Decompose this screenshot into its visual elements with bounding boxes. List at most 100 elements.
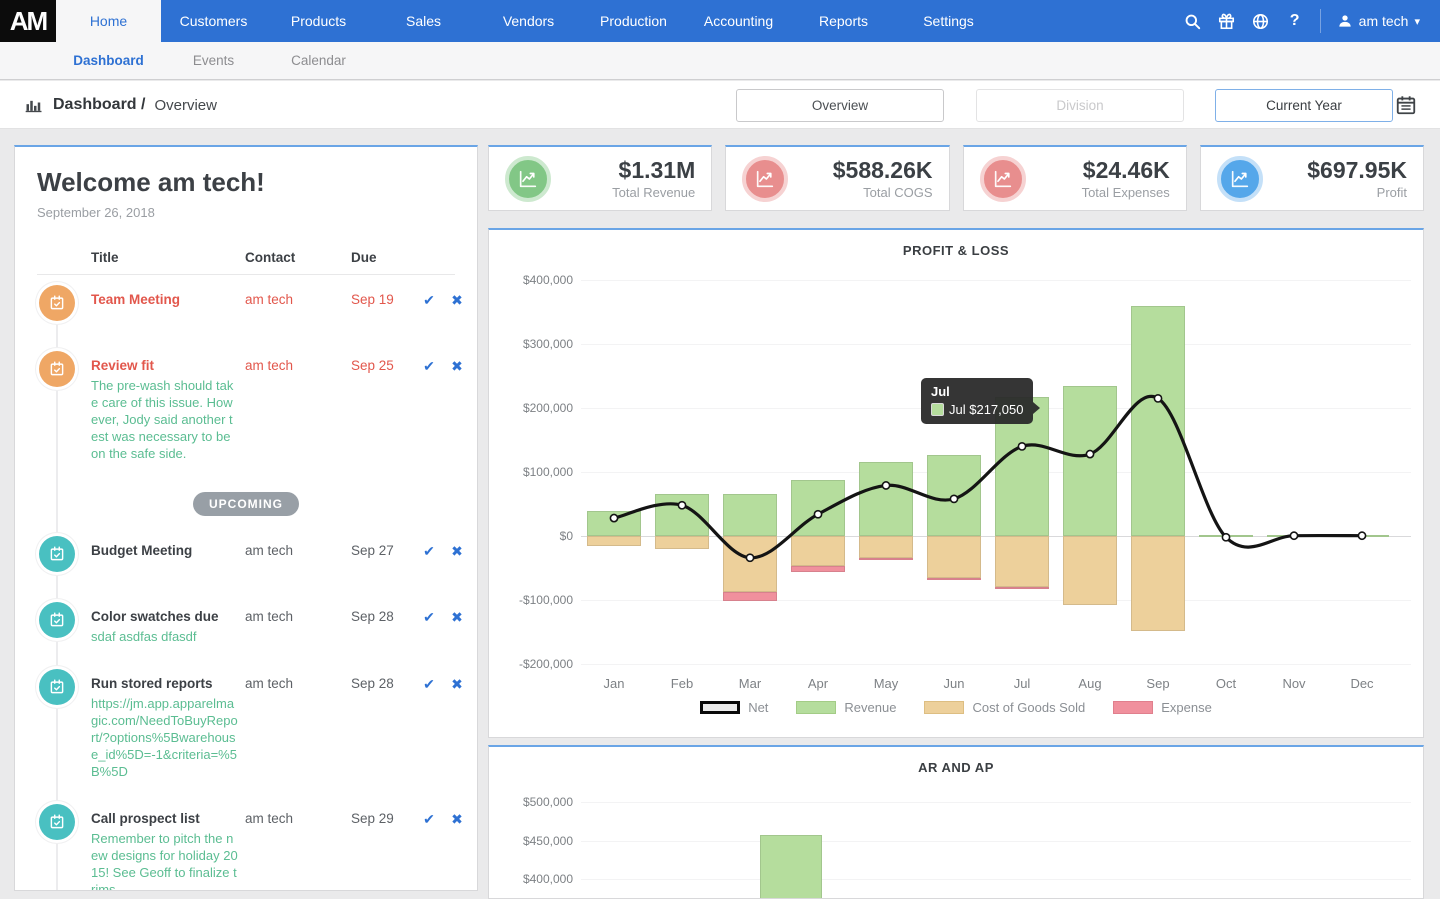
nav-item-production[interactable]: Production [581,0,686,42]
cogs-bar[interactable] [1063,536,1117,606]
revenue-bar[interactable] [1131,305,1185,536]
trend-chart-icon [1216,155,1263,202]
cogs-bar[interactable] [791,536,845,567]
legend-item-revenue[interactable]: Revenue [796,700,896,715]
task-title[interactable]: Color swatches due [91,608,239,626]
task-complete-button[interactable]: ✔ [417,291,441,327]
kpi-card-total-cogs[interactable]: $588.26K Total COGS [725,145,950,211]
task-dismiss-button[interactable]: ✖ [447,810,467,890]
nav-item-reports[interactable]: Reports [791,0,896,42]
overview-dropdown[interactable]: Overview [736,89,944,122]
y-axis-tick: $400,000 [522,273,573,287]
ar-bar[interactable] [760,835,822,898]
legend-item-cost-of-goods-sold[interactable]: Cost of Goods Sold [924,700,1085,715]
nav-item-home[interactable]: Home [56,0,161,42]
task-title[interactable]: Review fit [91,357,239,375]
app-logo[interactable]: AM [0,0,56,42]
expense-bar[interactable] [927,578,981,581]
task-title[interactable]: Run stored reports [91,675,239,693]
task-dismiss-button[interactable]: ✖ [447,291,467,327]
gridline [581,344,1411,345]
gridline [581,600,1411,601]
y-axis-tick: $500,000 [522,795,573,809]
kpi-card-total-expenses[interactable]: $24.46K Total Expenses [962,145,1187,211]
task-list: Team Meeting am tech Sep 19 ✔ ✖ Review fit The… [37,275,463,890]
task-dismiss-button[interactable]: ✖ [447,357,467,462]
expense-bar[interactable] [791,566,845,572]
expense-bar[interactable] [859,558,913,561]
help-icon[interactable]: ? [1278,0,1312,42]
task-title[interactable]: Team Meeting [91,291,239,309]
y-axis-tick: $0 [559,529,573,543]
revenue-bar[interactable] [587,511,641,536]
task-note: The pre-wash should take care of this is… [91,378,234,461]
revenue-bar[interactable] [1335,534,1389,537]
kpi-card-total-revenue[interactable]: $1.31M Total Revenue [488,145,713,211]
subnav-item-events[interactable]: Events [161,42,266,79]
expense-bar[interactable] [995,586,1049,589]
calendar-icon[interactable] [1395,94,1417,116]
legend-label: Cost of Goods Sold [972,700,1086,715]
cogs-bar[interactable] [1131,536,1185,631]
trend-chart-icon [742,155,789,202]
task-complete-button[interactable]: ✔ [417,608,441,645]
cogs-bar[interactable] [723,536,777,593]
legend-item-expense[interactable]: Expense [1113,700,1212,715]
chart-legend: Net Revenue Cost of Goods Sold Expense [489,700,1423,715]
task-dismiss-button[interactable]: ✖ [447,542,467,578]
y-axis-tick: $100,000 [522,465,573,479]
task-complete-button[interactable]: ✔ [417,675,441,780]
task-complete-button[interactable]: ✔ [417,542,441,578]
revenue-bar[interactable] [1063,385,1117,536]
cogs-bar[interactable] [927,536,981,579]
kpi-label: Total Revenue [612,184,696,200]
kpi-label: Total Expenses [1081,184,1170,200]
expense-bar[interactable] [723,592,777,602]
task-title[interactable]: Budget Meeting [91,542,239,560]
nav-item-products[interactable]: Products [266,0,371,42]
task-complete-button[interactable]: ✔ [417,810,441,890]
revenue-bar[interactable] [723,494,777,536]
ar-ap-title: AR AND AP [918,760,994,775]
gridline [581,280,1411,281]
task-title[interactable]: Call prospect list [91,810,239,828]
x-axis-tick: Mar [738,676,762,691]
nav-item-sales[interactable]: Sales [371,0,476,42]
kpi-card-profit[interactable]: $697.95K Profit [1199,145,1424,211]
subnav-item-dashboard[interactable]: Dashboard [56,42,161,79]
tooltip-value: Jul $217,050 [949,402,1024,417]
revenue-bar[interactable] [927,455,981,536]
revenue-bar[interactable] [1267,535,1321,538]
task-due: Sep 28 [351,609,394,624]
welcome-title: Welcome am tech! [37,167,265,197]
legend-label: Revenue [844,700,897,715]
cogs-bar[interactable] [859,536,913,559]
division-dropdown[interactable]: Division [976,89,1184,122]
task-contact: am tech [245,609,294,624]
task-complete-button[interactable]: ✔ [417,357,441,462]
cogs-bar[interactable] [995,536,1049,587]
task-dismiss-button[interactable]: ✖ [447,608,467,645]
task-note: https://jm.app.apparelmagic.com/NeedToBu… [91,696,238,779]
cogs-bar[interactable] [587,536,641,546]
period-dropdown[interactable]: Current Year [1215,89,1393,122]
revenue-bar[interactable] [791,480,845,536]
x-axis-tick: Aug [1078,676,1102,691]
task-contact: am tech [245,358,294,373]
top-navigation: AM Home Customers Products Sales Vendors Prod… [0,0,1440,42]
nav-item-settings[interactable]: Settings [896,0,1001,42]
task-dismiss-button[interactable]: ✖ [447,675,467,780]
revenue-bar[interactable] [655,494,709,536]
cogs-bar[interactable] [655,536,709,549]
nav-item-vendors[interactable]: Vendors [476,0,581,42]
globe-icon[interactable] [1244,0,1278,42]
revenue-bar[interactable] [1199,534,1253,537]
revenue-bar[interactable] [859,462,913,536]
nav-item-customers[interactable]: Customers [161,0,266,42]
gift-icon[interactable] [1210,0,1244,42]
user-menu[interactable]: am tech ▾ [1319,9,1426,33]
search-icon[interactable] [1176,0,1210,42]
subnav-item-calendar[interactable]: Calendar [266,42,371,79]
nav-item-accounting[interactable]: Accounting [686,0,791,42]
legend-item-net[interactable]: Net [700,700,768,715]
